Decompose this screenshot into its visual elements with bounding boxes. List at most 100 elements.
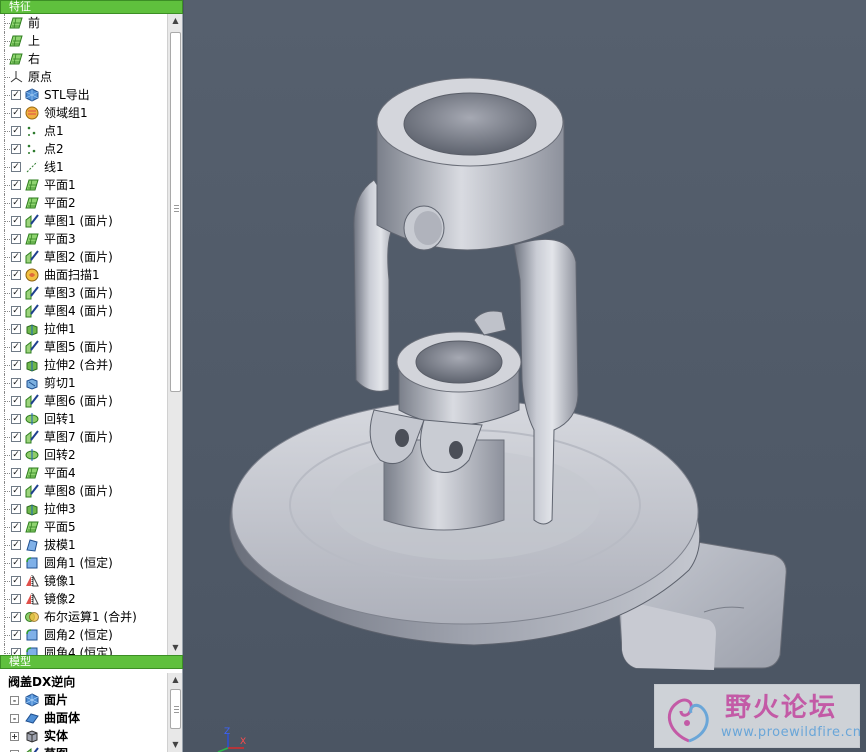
feature-tree-item[interactable]: ✓ 平面5 (0, 518, 167, 536)
visibility-checkbox[interactable]: ✓ (11, 180, 21, 190)
visibility-checkbox[interactable]: ✓ (11, 108, 21, 118)
expand-toggle-icon[interactable]: + (10, 732, 19, 741)
visibility-checkbox[interactable]: ✓ (11, 90, 21, 100)
feature-tree-item[interactable]: ✓ 草图6 (面片) (0, 392, 167, 410)
feature-tree-item[interactable]: ✓ 领域组1 (0, 104, 167, 122)
visibility-checkbox[interactable]: ✓ (11, 216, 21, 226)
scroll-up-arrow-icon[interactable]: ▲ (168, 14, 183, 28)
feature-tree-item[interactable]: ✓ 草图2 (面片) (0, 248, 167, 266)
feature-tree-item[interactable]: ✓ STL导出 (0, 86, 167, 104)
feature-label: 上 (28, 34, 41, 48)
visibility-checkbox[interactable]: ✓ (11, 378, 21, 388)
visibility-checkbox[interactable]: ✓ (11, 414, 21, 424)
feature-tree-item[interactable]: ✓ 曲面扫描1 (0, 266, 167, 284)
visibility-checkbox[interactable]: ✓ (11, 540, 21, 550)
feature-tree-item[interactable]: ✓ 镜像2 (0, 590, 167, 608)
visibility-checkbox[interactable]: ✓ (11, 144, 21, 154)
feature-tree-item[interactable]: ✓ 回转2 (0, 446, 167, 464)
visibility-checkbox[interactable]: ✓ (11, 360, 21, 370)
visibility-checkbox[interactable]: ✓ (11, 432, 21, 442)
model-tree-item[interactable]: + 实体 (0, 727, 167, 745)
feature-tree-item[interactable]: ✓ 草图4 (面片) (0, 302, 167, 320)
visibility-checkbox[interactable]: ✓ (11, 270, 21, 280)
visibility-checkbox[interactable]: ✓ (11, 450, 21, 460)
visibility-checkbox[interactable]: ✓ (11, 162, 21, 172)
feature-tree-item[interactable]: ✓ 拉伸2 (合并) (0, 356, 167, 374)
feature-tree-scrollbar[interactable]: ▲ ▼ (167, 14, 182, 655)
feature-tree-item[interactable]: ✓ 布尔运算1 (合并) (0, 608, 167, 626)
feature-tree-item[interactable]: ✓ 草图7 (面片) (0, 428, 167, 446)
visibility-checkbox[interactable]: ✓ (11, 648, 21, 655)
feature-tree-item[interactable]: ✓ 平面1 (0, 176, 167, 194)
feature-tree-item[interactable]: ✓ 点1 (0, 122, 167, 140)
visibility-checkbox[interactable]: ✓ (11, 558, 21, 568)
scroll-thumb[interactable] (170, 32, 181, 392)
feature-tree-item[interactable]: ✓ 草图5 (面片) (0, 338, 167, 356)
model-title[interactable]: 阀盖DX逆向 (0, 673, 167, 691)
visibility-checkbox[interactable]: ✓ (11, 612, 21, 622)
visibility-checkbox[interactable]: ✓ (11, 468, 21, 478)
visibility-checkbox[interactable]: ✓ (11, 324, 21, 334)
scroll-down-arrow-icon[interactable]: ▼ (168, 738, 183, 752)
model-tree-scrollbar[interactable]: ▲ ▼ (167, 673, 182, 752)
expand-toggle-icon[interactable]: - (10, 696, 19, 705)
feature-tree-item[interactable]: 右 (0, 50, 167, 68)
visibility-checkbox[interactable]: ✓ (11, 306, 21, 316)
feature-label: 曲面扫描1 (44, 268, 100, 282)
3d-viewport[interactable]: Z X 野火论坛 www.proewildfire.cn (184, 0, 866, 752)
visibility-checkbox[interactable]: ✓ (11, 522, 21, 532)
feature-tree-item[interactable]: ✓ 平面3 (0, 230, 167, 248)
feature-tree-item[interactable]: ✓ 圆角4 (恒定) (0, 644, 167, 655)
visibility-checkbox[interactable]: ✓ (11, 288, 21, 298)
fillet-icon (25, 646, 39, 655)
visibility-checkbox[interactable]: ✓ (11, 630, 21, 640)
model-panel-header[interactable]: 模型 (0, 655, 183, 669)
feature-tree-item[interactable]: 前 (0, 14, 167, 32)
feature-tree-item[interactable]: ✓ 镜像1 (0, 572, 167, 590)
feature-tree-item[interactable]: 原点 (0, 68, 167, 86)
feature-label: 草图6 (面片) (44, 394, 113, 408)
feature-label: 拉伸2 (合并) (44, 358, 113, 372)
visibility-checkbox[interactable]: ✓ (11, 396, 21, 406)
model-tree: 阀盖DX逆向 - 面片 - 曲面体 + 实体 -草图 (0, 673, 167, 752)
feature-tree-item[interactable]: ✓ 草图3 (面片) (0, 284, 167, 302)
feature-tree-item[interactable]: 上 (0, 32, 167, 50)
sketch-icon (25, 340, 39, 354)
visibility-checkbox[interactable]: ✓ (11, 234, 21, 244)
model-tree-item[interactable]: - 曲面体 (0, 709, 167, 727)
feature-tree-item[interactable]: ✓ 平面2 (0, 194, 167, 212)
surface-sweep-icon (25, 268, 39, 282)
feature-tree-item[interactable]: ✓ 点2 (0, 140, 167, 158)
visibility-checkbox[interactable]: ✓ (11, 198, 21, 208)
visibility-checkbox[interactable]: ✓ (11, 576, 21, 586)
scroll-down-arrow-icon[interactable]: ▼ (168, 641, 183, 655)
feature-tree-item[interactable]: ✓ 回转1 (0, 410, 167, 428)
model-tree-item[interactable]: - 面片 (0, 691, 167, 709)
model-tree-item[interactable]: -草图 (0, 745, 167, 752)
feature-label: 镜像2 (44, 592, 76, 606)
visibility-checkbox[interactable]: ✓ (11, 252, 21, 262)
visibility-checkbox[interactable]: ✓ (11, 126, 21, 136)
feature-tree-item[interactable]: ✓ 草图8 (面片) (0, 482, 167, 500)
visibility-checkbox[interactable]: ✓ (11, 504, 21, 514)
scroll-up-arrow-icon[interactable]: ▲ (168, 673, 183, 687)
feature-tree-item[interactable]: ✓ 草图1 (面片) (0, 212, 167, 230)
feature-tree-item[interactable]: ✓ 圆角1 (恒定) (0, 554, 167, 572)
feature-tree-item[interactable]: ✓ 剪切1 (0, 374, 167, 392)
feature-tree-item[interactable]: ✓ 线1 (0, 158, 167, 176)
expand-toggle-icon[interactable]: - (10, 714, 19, 723)
feature-tree-item[interactable]: ✓ 圆角2 (恒定) (0, 626, 167, 644)
feature-tree-item[interactable]: ✓ 拉伸1 (0, 320, 167, 338)
valve-cover-model (229, 77, 787, 670)
datum-plane-icon (9, 16, 23, 30)
feature-label: 圆角1 (恒定) (44, 556, 113, 570)
visibility-checkbox[interactable]: ✓ (11, 342, 21, 352)
feature-panel-header[interactable]: 特征 (0, 0, 183, 14)
feature-tree-item[interactable]: ✓ 拔模1 (0, 536, 167, 554)
feature-label: 圆角4 (恒定) (44, 646, 113, 655)
feature-tree-item[interactable]: ✓ 平面4 (0, 464, 167, 482)
visibility-checkbox[interactable]: ✓ (11, 486, 21, 496)
visibility-checkbox[interactable]: ✓ (11, 594, 21, 604)
feature-tree-item[interactable]: ✓ 拉伸3 (0, 500, 167, 518)
scroll-thumb[interactable] (170, 689, 181, 729)
